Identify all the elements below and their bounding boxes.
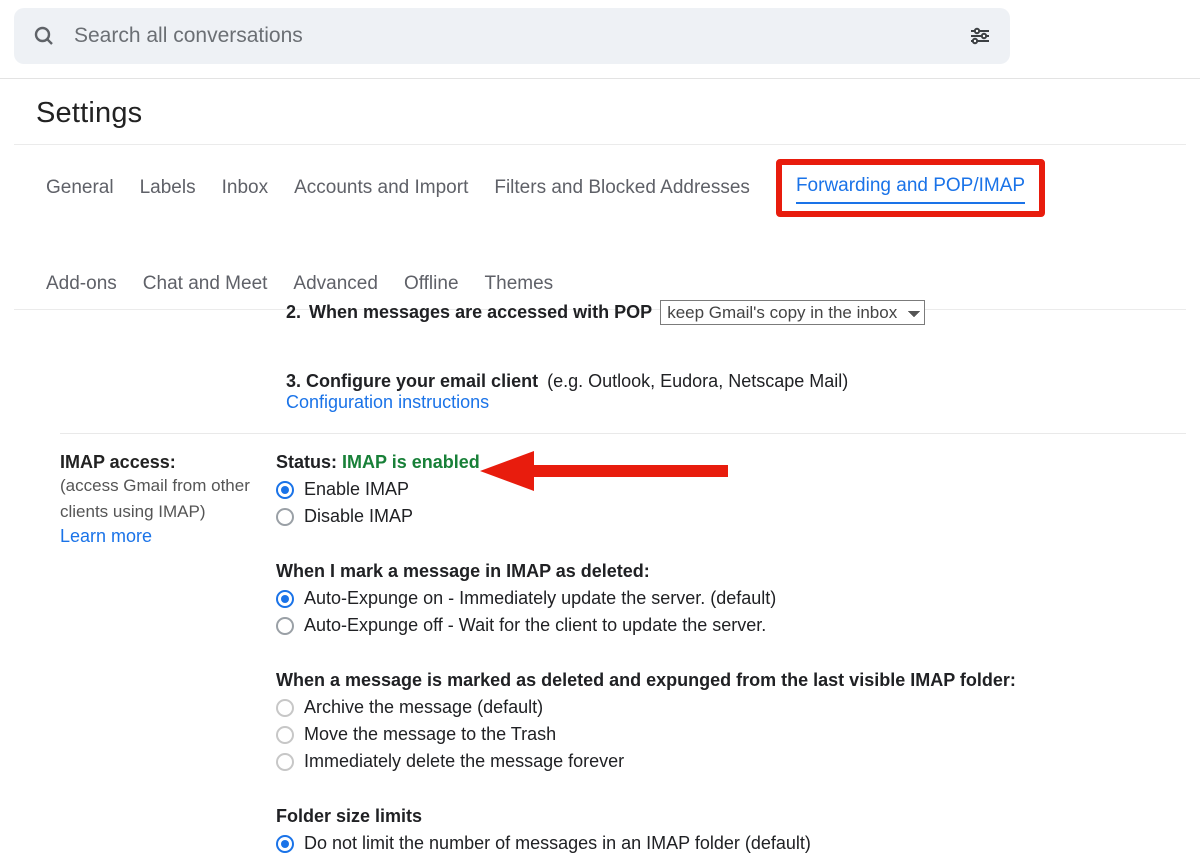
step-number: 3. [286, 371, 301, 391]
radio-enable-imap[interactable]: Enable IMAP [276, 479, 1186, 500]
search-options-icon[interactable] [968, 24, 992, 48]
radio-label: Disable IMAP [304, 506, 413, 527]
radio-label: Auto-Expunge off - Wait for the client t… [304, 615, 766, 636]
imap-folder-limits-heading: Folder size limits [276, 806, 1186, 827]
settings-tabs: General Labels Inbox Accounts and Import… [0, 145, 1200, 309]
tab-general[interactable]: General [46, 177, 114, 199]
radio-after-delete[interactable]: Immediately delete the message forever [276, 751, 1186, 772]
step-label: Configure your email client [306, 371, 538, 391]
radio-disable-imap[interactable]: Disable IMAP [276, 506, 1186, 527]
tab-chat[interactable]: Chat and Meet [143, 273, 268, 295]
annotation-highlight-box: Forwarding and POP/IMAP [776, 159, 1045, 217]
step-hint: (e.g. Outlook, Eudora, Netscape Mail) [547, 371, 848, 391]
radio-folder-unlimited[interactable]: Do not limit the number of messages in a… [276, 833, 1186, 854]
tab-filters[interactable]: Filters and Blocked Addresses [494, 177, 750, 199]
page-title: Settings [0, 79, 1200, 144]
radio-label: Auto-Expunge on - Immediately update the… [304, 588, 776, 609]
step-number: 2. [286, 302, 301, 323]
pop-step-3: 3. Configure your email client (e.g. Out… [286, 371, 1186, 413]
pop-access-select[interactable]: keep Gmail's copy in the inbox [660, 300, 925, 325]
radio-icon [276, 481, 294, 499]
radio-icon [276, 753, 294, 771]
radio-after-trash[interactable]: Move the message to the Trash [276, 724, 1186, 745]
pop-step-2: 2. When messages are accessed with POP k… [286, 300, 1186, 325]
radio-icon [276, 617, 294, 635]
radio-icon [276, 590, 294, 608]
radio-label: Enable IMAP [304, 479, 409, 500]
radio-icon [276, 835, 294, 853]
radio-label: Archive the message (default) [304, 697, 543, 718]
radio-icon [276, 699, 294, 717]
imap-delete-heading: When I mark a message in IMAP as deleted… [276, 561, 1186, 582]
tab-advanced[interactable]: Advanced [293, 273, 378, 295]
imap-after-expunge-heading: When a message is marked as deleted and … [276, 670, 1186, 691]
tab-addons[interactable]: Add-ons [46, 273, 117, 295]
radio-label: Immediately delete the message forever [304, 751, 624, 772]
radio-expunge-off[interactable]: Auto-Expunge off - Wait for the client t… [276, 615, 1186, 636]
radio-after-archive[interactable]: Archive the message (default) [276, 697, 1186, 718]
tab-themes[interactable]: Themes [485, 273, 554, 295]
radio-label: Move the message to the Trash [304, 724, 556, 745]
radio-icon [276, 508, 294, 526]
radio-label: Do not limit the number of messages in a… [304, 833, 811, 854]
tab-accounts[interactable]: Accounts and Import [294, 177, 468, 199]
imap-learn-more-link[interactable]: Learn more [60, 526, 152, 546]
tab-forwarding[interactable]: Forwarding and POP/IMAP [796, 175, 1025, 204]
imap-status-value: IMAP is enabled [342, 452, 480, 472]
configuration-instructions-link[interactable]: Configuration instructions [286, 392, 489, 412]
radio-expunge-on[interactable]: Auto-Expunge on - Immediately update the… [276, 588, 1186, 609]
search-icon [32, 24, 56, 48]
search-input[interactable] [74, 24, 968, 48]
tab-offline[interactable]: Offline [404, 273, 459, 295]
step-label: When messages are accessed with POP [309, 302, 652, 323]
imap-status-label: Status: [276, 452, 337, 472]
tab-labels[interactable]: Labels [140, 177, 196, 199]
radio-icon [276, 726, 294, 744]
imap-access-subtext: (access Gmail from other clients using I… [60, 473, 256, 526]
tab-inbox[interactable]: Inbox [222, 177, 268, 199]
imap-access-heading: IMAP access: [60, 452, 256, 473]
search-bar[interactable] [14, 8, 1010, 64]
